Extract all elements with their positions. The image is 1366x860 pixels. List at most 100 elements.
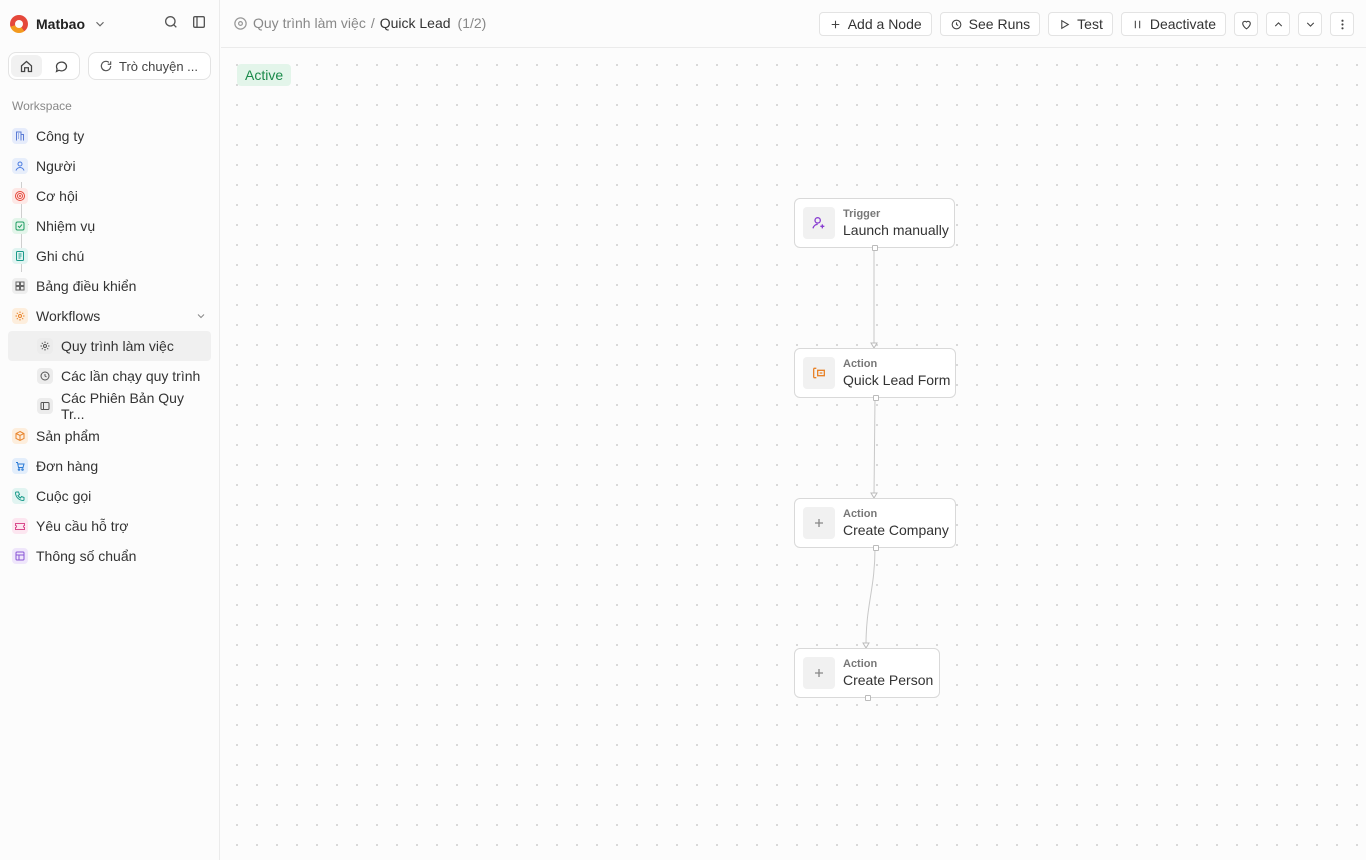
node-output-handle[interactable] xyxy=(865,695,871,701)
add-node-button[interactable]: Add a Node xyxy=(818,12,932,36)
sidebar-toggle-icon[interactable] xyxy=(191,14,207,30)
deactivate-button[interactable]: Deactivate xyxy=(1120,12,1226,36)
node-output-handle[interactable] xyxy=(873,545,879,551)
pause-icon xyxy=(1134,20,1141,28)
heart-icon xyxy=(1241,20,1251,29)
sidebar-item-people[interactable]: Người xyxy=(8,151,211,181)
sidebar-item-label: Sản phẩm xyxy=(36,428,100,444)
node-label: Launch manually xyxy=(843,222,949,238)
sidebar-item-calls[interactable]: Cuộc gọi xyxy=(8,481,211,511)
workflow-node-action[interactable]: Action Quick Lead Form xyxy=(794,348,956,401)
dashboard-icon xyxy=(12,278,28,294)
sidebar-item-label: Quy trình làm việc xyxy=(61,338,174,354)
breadcrumb-current: Quick Lead xyxy=(379,15,451,31)
more-options-button[interactable] xyxy=(1330,12,1354,36)
sidebar-item-products[interactable]: Sản phẩm xyxy=(8,421,211,451)
sidebar-item-support[interactable]: Yêu cầu hỗ trợ xyxy=(8,511,211,541)
ticket-icon xyxy=(12,518,28,534)
sidebar: Matbao Trò chuyện ... Workspace Công ty xyxy=(0,0,220,860)
sidebar-item-notes[interactable]: Ghi chú xyxy=(8,241,211,271)
workflow-canvas[interactable]: Active Trigger Launch manually Action Qu… xyxy=(221,49,1366,860)
plus-icon xyxy=(803,657,835,689)
workspace-name: Matbao xyxy=(36,16,85,32)
search-icon[interactable] xyxy=(163,14,179,30)
nav-list: Công ty Người Cơ hội Nhiệm vụ Ghi chú Bả… xyxy=(8,121,211,571)
workflow-topbar: Quy trình làm việc / Quick Lead (1/2) Ad… xyxy=(221,0,1366,48)
test-label: Test xyxy=(1077,16,1103,32)
favorite-button[interactable] xyxy=(1234,12,1258,36)
edge-company-to-person xyxy=(865,547,876,646)
home-icon xyxy=(20,60,33,72)
next-record-button[interactable] xyxy=(1298,12,1322,36)
new-chat-button[interactable]: Trò chuyện ... xyxy=(88,52,211,80)
sidebar-item-label: Đơn hàng xyxy=(36,458,99,474)
chat-refresh-icon xyxy=(100,60,112,72)
workspace-logo xyxy=(10,15,28,33)
workflow-node-action[interactable]: Action Create Company xyxy=(794,498,956,551)
node-output-handle[interactable] xyxy=(873,395,879,401)
sidebar-item-label: Cuộc gọi xyxy=(36,488,92,504)
sidebar-item-label: Yêu cầu hỗ trợ xyxy=(36,518,129,534)
sidebar-item-workflow-runs[interactable]: Các lần chạy quy trình xyxy=(8,361,211,391)
sidebar-item-label: Ghi chú xyxy=(36,248,85,264)
building-icon xyxy=(12,128,28,144)
sidebar-item-opportunities[interactable]: Cơ hội xyxy=(8,181,211,211)
sidebar-item-label: Công ty xyxy=(36,128,85,144)
breadcrumb-parent[interactable]: Quy trình làm việc xyxy=(253,15,366,31)
sidebar-item-label: Nhiệm vụ xyxy=(36,218,96,234)
cart-icon xyxy=(12,458,28,474)
workflow-edges xyxy=(862,248,878,649)
node-type: Action xyxy=(843,358,878,370)
chevron-down-icon[interactable] xyxy=(195,310,207,322)
node-output-handle[interactable] xyxy=(872,245,878,251)
workflow-gear-icon xyxy=(37,338,53,354)
chat-button[interactable] xyxy=(46,55,77,77)
history-icon xyxy=(37,368,53,384)
breadcrumb-separator: / xyxy=(370,15,375,31)
deactivate-label: Deactivate xyxy=(1149,16,1216,32)
versions-icon xyxy=(37,398,53,414)
plus-icon xyxy=(831,20,840,28)
sidebar-item-workflows[interactable]: Workflows xyxy=(8,301,211,331)
workflow-node-trigger[interactable]: Trigger Launch manually xyxy=(794,198,955,251)
see-runs-button[interactable]: See Runs xyxy=(939,12,1041,36)
sidebar-item-label: Người xyxy=(36,158,76,174)
sidebar-item-dashboards[interactable]: Bảng điều khiển xyxy=(8,271,211,301)
sidebar-item-companies[interactable]: Công ty xyxy=(8,121,211,151)
sidebar-item-label: Các lần chạy quy trình xyxy=(61,368,201,384)
chevron-down-icon xyxy=(96,21,104,27)
user-plus-icon xyxy=(803,207,835,239)
sidebar-item-specs[interactable]: Thông số chuẩn xyxy=(8,541,211,571)
home-button[interactable] xyxy=(11,55,42,77)
chevron-up-icon xyxy=(1274,21,1282,27)
chat-bubble-icon xyxy=(55,61,68,73)
sidebar-item-workflow-list[interactable]: Quy trình làm việc xyxy=(8,331,211,361)
chevron-down-icon xyxy=(1306,21,1314,27)
record-count: (1/2) xyxy=(457,15,487,31)
sidebar-item-label: Workflows xyxy=(36,308,101,324)
workflow-gear-icon xyxy=(234,16,247,30)
sidebar-item-orders[interactable]: Đơn hàng xyxy=(8,451,211,481)
history-icon xyxy=(951,19,962,29)
note-icon xyxy=(12,248,28,264)
phone-icon xyxy=(12,488,28,504)
checkbox-icon xyxy=(12,218,28,234)
add-node-label: Add a Node xyxy=(847,16,922,32)
sidebar-item-workflow-versions[interactable]: Các Phiên Bản Quy Tr... xyxy=(8,390,211,422)
workspace-switcher[interactable]: Matbao xyxy=(10,12,107,36)
spec-icon xyxy=(12,548,28,564)
sidebar-item-tasks[interactable]: Nhiệm vụ xyxy=(8,211,211,241)
box-icon xyxy=(12,428,28,444)
more-vertical-icon xyxy=(1340,19,1344,29)
form-icon xyxy=(803,357,835,389)
node-label: Create Person xyxy=(843,672,934,688)
sidebar-item-label: Các Phiên Bản Quy Tr... xyxy=(60,390,184,422)
previous-record-button[interactable] xyxy=(1266,12,1290,36)
test-button[interactable]: Test xyxy=(1048,12,1113,36)
workflow-node-action[interactable]: Action Create Person xyxy=(794,648,940,701)
workspace-section-label: Workspace xyxy=(12,99,72,113)
sidebar-item-label: Thông số chuẩn xyxy=(36,548,137,564)
node-label: Create Company xyxy=(843,522,949,538)
sidebar-item-label: Cơ hội xyxy=(36,188,78,204)
target-icon xyxy=(12,188,28,204)
